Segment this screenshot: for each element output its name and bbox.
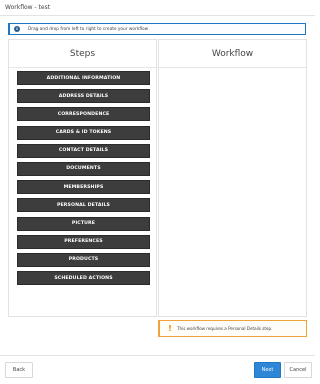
step-item-additional-information[interactable]: ADDITIONAL INFORMATION — [17, 71, 150, 85]
step-item-memberships[interactable]: MEMBERSHIPS — [17, 180, 150, 195]
window-title: Workflow - test — [5, 4, 51, 11]
step-item-correspondence[interactable]: CORRESPONDENCE — [17, 107, 150, 122]
step-item-contact-details[interactable]: CONTACT DETAILS — [17, 143, 150, 158]
title-divider — [0, 15, 315, 16]
step-item-documents[interactable]: DOCUMENTS — [17, 161, 150, 176]
step-list: ADDITIONAL INFORMATION ADDRESS DETAILS C… — [17, 71, 150, 289]
step-item-cards-id-tokens[interactable]: CARDS & ID TOKENS — [17, 125, 150, 140]
back-button[interactable]: Back — [5, 362, 33, 378]
steps-panel-heading: Steps — [9, 40, 156, 68]
info-circle-icon: i — [14, 26, 20, 32]
info-banner-text: Drag and drop from left to right to crea… — [28, 26, 149, 32]
info-banner: i Drag and drop from left to right to cr… — [8, 23, 306, 35]
step-item-products[interactable]: PRODUCTS — [17, 252, 150, 267]
step-item-address-details[interactable]: ADDRESS DETAILS — [17, 89, 150, 104]
warning-banner: ! This workflow requires a Personal Deta… — [158, 320, 307, 337]
cancel-button[interactable]: Cancel — [284, 362, 312, 378]
footer-divider — [0, 355, 315, 356]
workflow-panel-heading: Workflow — [159, 40, 306, 68]
next-button[interactable]: Next — [254, 362, 281, 378]
steps-panel: Steps ADDITIONAL INFORMATION ADDRESS DET… — [8, 39, 157, 317]
workflow-drop-panel[interactable]: Workflow — [158, 39, 307, 317]
exclamation-icon: ! — [168, 323, 172, 333]
step-item-preferences[interactable]: PREFERENCES — [17, 234, 150, 249]
step-item-personal-details[interactable]: PERSONAL DETAILS — [17, 198, 150, 213]
step-item-picture[interactable]: PICTURE — [17, 216, 150, 231]
step-item-scheduled-actions[interactable]: SCHEDULED ACTIONS — [17, 271, 150, 286]
warning-banner-text: This workflow requires a Personal Detail… — [177, 326, 273, 331]
